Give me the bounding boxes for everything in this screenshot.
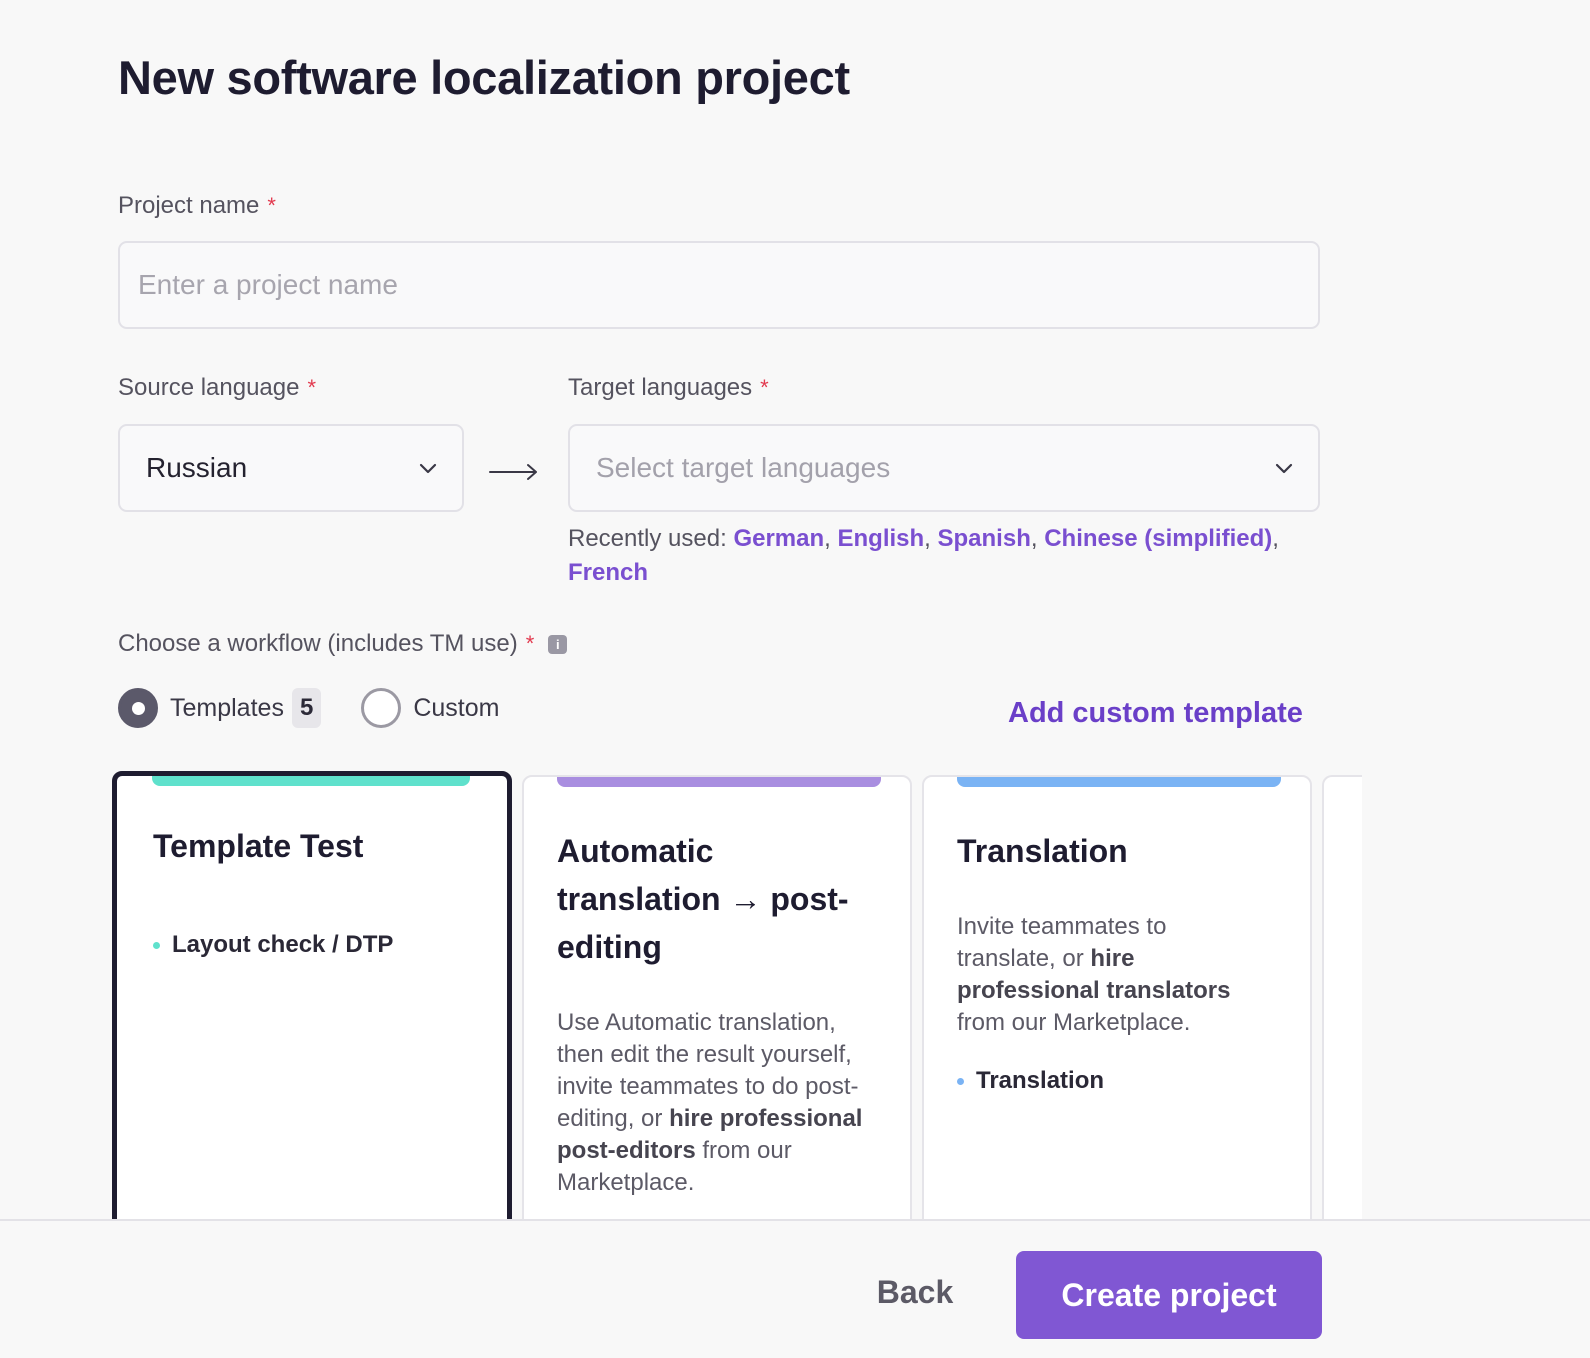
project-name-label: Project name * xyxy=(118,192,276,220)
card-description: Invite teammates to translate, or hire p… xyxy=(957,911,1257,1039)
workflow-label: Choose a workflow (includes TM use) * i xyxy=(118,630,568,658)
info-icon[interactable]: i xyxy=(548,634,568,654)
footer-bar xyxy=(0,1219,1590,1358)
workflow-radio-group: Templates 5 Custom xyxy=(118,688,499,728)
recent-language-french[interactable]: French xyxy=(568,559,648,586)
target-languages-placeholder: Select target languages xyxy=(596,452,891,483)
required-mark: * xyxy=(307,375,317,400)
bullet-dot-icon xyxy=(153,941,160,949)
card-desc-text: Invite teammates to translate, or xyxy=(957,913,1167,972)
source-language-label: Source language * xyxy=(118,374,316,402)
card-accent-stripe xyxy=(152,776,470,786)
page-title: New software localization project xyxy=(118,51,850,104)
radio-custom-label: Custom xyxy=(413,693,500,722)
required-mark: * xyxy=(525,631,535,656)
recent-language-english[interactable]: English xyxy=(837,525,924,552)
card-desc-text: from our Marketplace. xyxy=(957,1009,1191,1036)
workflow-card-translation[interactable]: Translation Invite teammates to translat… xyxy=(922,775,1312,1235)
recently-used-prefix: Recently used: xyxy=(568,525,727,552)
source-language-value: Russian xyxy=(146,452,248,483)
radio-checked-icon xyxy=(118,688,158,728)
templates-count-badge: 5 xyxy=(291,688,322,728)
card-title: Automatic translation → post-editing xyxy=(557,833,849,965)
project-name-input[interactable] xyxy=(118,241,1320,329)
workflow-card-template-test[interactable]: Template Test Layout check / DTP xyxy=(112,771,512,1231)
card-bullet-text: Translation xyxy=(976,1067,1105,1094)
required-mark: * xyxy=(267,193,276,218)
chevron-down-icon xyxy=(1274,461,1294,475)
radio-unchecked-icon xyxy=(361,688,402,728)
project-name-label-text: Project name xyxy=(118,192,260,219)
target-languages-label: Target languages * xyxy=(568,374,769,402)
card-description: Use Automatic translation, then edit the… xyxy=(557,1007,887,1199)
card-title: Template Test xyxy=(153,828,364,864)
card-accent-stripe xyxy=(957,777,1281,787)
card-bullet: Translation xyxy=(957,1067,1104,1095)
add-custom-template-link[interactable]: Add custom template xyxy=(1008,697,1303,730)
source-language-label-text: Source language xyxy=(118,374,300,401)
recently-used-languages: Recently used: German, English, Spanish,… xyxy=(568,525,1279,586)
back-button[interactable]: Back xyxy=(860,1250,970,1334)
radio-templates-label: Templates xyxy=(170,693,284,722)
source-language-select[interactable]: Russian xyxy=(118,424,464,512)
recent-language-german[interactable]: German xyxy=(733,525,824,552)
radio-custom[interactable]: Custom xyxy=(361,688,499,728)
card-title: Translation xyxy=(957,833,1128,869)
arrow-right-icon xyxy=(488,462,540,482)
create-project-button[interactable]: Create project xyxy=(1016,1251,1322,1339)
card-accent-stripe xyxy=(557,777,881,787)
workflow-card-automatic-translation[interactable]: Automatic translation → post-editing Use… xyxy=(522,775,912,1235)
card-bullet-text: Layout check / DTP xyxy=(172,931,394,958)
target-languages-label-text: Target languages xyxy=(568,374,753,401)
required-mark: * xyxy=(760,375,769,400)
new-project-page: New software localization project Projec… xyxy=(0,0,1590,1358)
chevron-down-icon xyxy=(418,461,438,475)
card-bullet: Layout check / DTP xyxy=(153,931,393,959)
recent-language-spanish[interactable]: Spanish xyxy=(938,525,1031,552)
workflow-card-partial[interactable] xyxy=(1322,775,1362,1235)
radio-templates[interactable]: Templates 5 xyxy=(118,688,322,728)
target-languages-select[interactable]: Select target languages xyxy=(568,424,1320,512)
bullet-dot-icon xyxy=(957,1077,964,1085)
workflow-label-text: Choose a workflow (includes TM use) xyxy=(118,630,518,657)
recent-language-chinese-simplified[interactable]: Chinese (simplified) xyxy=(1044,525,1272,552)
